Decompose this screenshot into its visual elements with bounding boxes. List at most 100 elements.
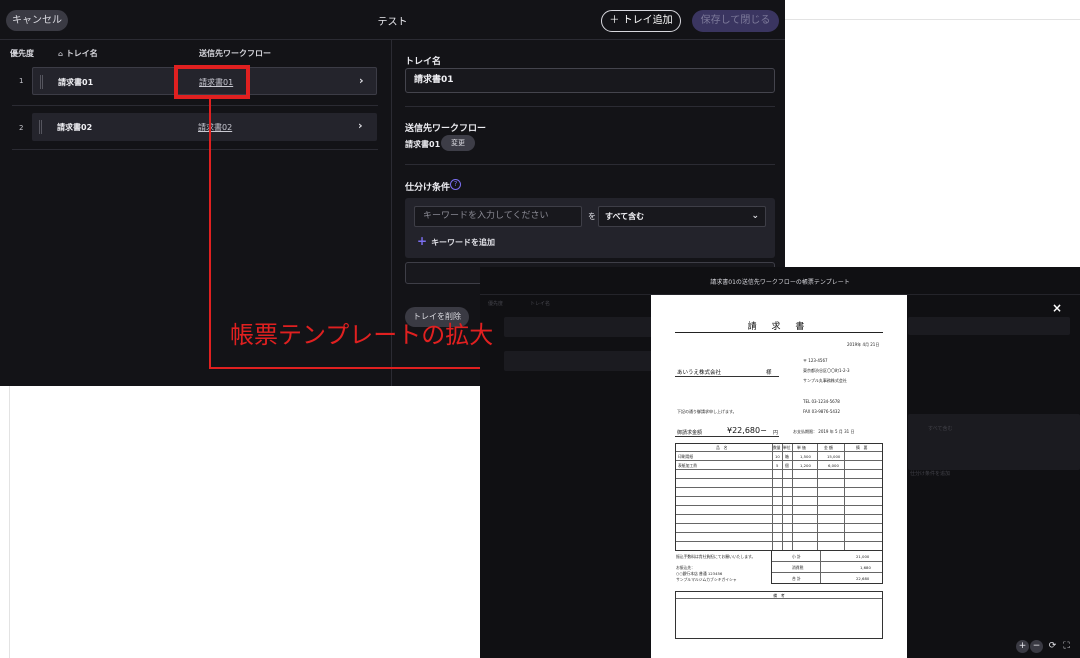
remarks-box: 備 考	[675, 591, 883, 639]
table-divider	[676, 451, 882, 452]
item-amount: 15,000	[827, 454, 841, 459]
annotation-text: 帳票テンプレートの拡大	[230, 321, 494, 349]
row-workflow-link[interactable]: 請求書02	[198, 122, 232, 133]
item-qty: 10	[775, 454, 780, 459]
fee-note: 振込手数料は貴社負担にてお願いいたします。	[676, 554, 756, 559]
payment-due: お支払期限： 2019 年 5 月 31 日	[793, 429, 855, 434]
cancel-button[interactable]: キャンセル	[6, 10, 68, 31]
add-tray-button[interactable]: ＋ トレイ追加	[601, 10, 681, 32]
item-amount: 6,000	[828, 463, 839, 468]
table-header: 数量	[773, 445, 781, 450]
item-unit: 個	[785, 463, 789, 468]
amount-underline	[675, 436, 779, 437]
honorific: 様	[766, 370, 772, 376]
table-divider	[676, 532, 882, 533]
chevron-down-icon: ⌄	[751, 211, 759, 221]
subtotal-label: 小 計	[792, 554, 801, 559]
totals-divider	[820, 551, 821, 583]
table-divider	[676, 523, 882, 524]
help-icon[interactable]: ?	[450, 179, 461, 190]
totals-divider	[772, 572, 882, 573]
tax-label: 消費税	[792, 565, 804, 570]
section-divider	[405, 106, 775, 107]
background-divider	[785, 19, 1080, 20]
table-divider	[676, 460, 882, 461]
totals-divider	[772, 561, 882, 562]
table-divider	[676, 469, 882, 470]
subtotal-value: 21,000	[856, 554, 870, 559]
table-header: 金 額	[824, 445, 833, 450]
row-priority: 1	[19, 77, 24, 85]
table-divider	[676, 514, 882, 515]
item-price: 1,200	[800, 463, 811, 468]
row-tray-name: 請求書02	[57, 123, 93, 132]
chevron-right-icon[interactable]: ›	[358, 119, 363, 132]
keyword-input[interactable]: キーワードを入力してください	[414, 206, 582, 227]
column-header-tray-name-label: トレイ名	[65, 49, 98, 58]
address: 東京都渋谷区〇〇町1-2-3	[803, 368, 850, 373]
table-header: 単 価	[797, 445, 806, 450]
table-divider	[676, 496, 882, 497]
item-qty: 5	[776, 463, 779, 468]
zoom-in-button[interactable]: +	[1016, 640, 1029, 653]
drag-handle-icon[interactable]	[40, 75, 43, 89]
column-header-priority: 優先度	[10, 49, 34, 58]
workflow-value: 請求書01	[405, 140, 441, 149]
connector-label: を	[588, 212, 596, 221]
amount-unit: 円	[773, 430, 779, 436]
customer-underline	[675, 376, 779, 377]
workflow-label: 送信先ワークフロー	[405, 124, 487, 134]
section-divider	[405, 164, 775, 165]
chevron-right-icon[interactable]: ›	[359, 74, 364, 87]
tray-name-label: トレイ名	[405, 57, 442, 67]
page-title: テスト	[377, 17, 408, 28]
save-and-close-button[interactable]: 保存して閉じる	[692, 10, 779, 32]
dimmed-add: 仕分け条件を追加	[910, 471, 951, 477]
bank-holder: サンプルマルジムカブシキガイシャ	[676, 577, 737, 582]
arrow-line	[209, 99, 211, 368]
page: キャンセル テスト ＋ トレイ追加 保存して閉じる 優先度 ⌂ トレイ名 送信先…	[0, 0, 1080, 658]
row-divider	[12, 105, 378, 106]
row-priority: 2	[19, 124, 24, 132]
row-tray-name: 請求書01	[58, 78, 94, 87]
table-divider	[676, 478, 882, 479]
match-select-value: すべて含む	[605, 212, 645, 221]
tray-name-input[interactable]: 請求書01	[405, 68, 775, 93]
dimmed-header: 優先度	[488, 301, 504, 307]
zoom-out-button[interactable]: −	[1030, 640, 1043, 653]
top-bar: キャンセル テスト ＋ トレイ追加 保存して閉じる	[0, 0, 785, 40]
reset-icon[interactable]: ⟳	[1046, 640, 1059, 653]
modal-title: 請求書01の送信先ワークフローの帳票テンプレート	[710, 279, 850, 286]
totals-table: 小 計 21,000 消費税 1,680 合 計 22,680	[771, 551, 883, 584]
fax: FAX 03-9876-5432	[803, 409, 841, 414]
table-header: 単位	[783, 445, 791, 450]
close-icon[interactable]: ×	[1052, 301, 1062, 315]
table-header: 品 名	[716, 445, 728, 450]
tray-card[interactable]: 請求書02 請求書02 ›	[32, 113, 377, 141]
row-divider	[12, 149, 378, 150]
fullscreen-icon[interactable]: ⛶	[1060, 640, 1073, 653]
amount-label: 御請求金額	[677, 430, 703, 436]
greeting: 下記の通り御請求申し上げます。	[677, 409, 737, 414]
postal-code: 〒 123-4567	[803, 358, 828, 363]
table-divider	[676, 541, 882, 542]
title-underline	[675, 332, 883, 333]
change-workflow-button[interactable]: 変更	[441, 135, 475, 151]
dimmed-box	[908, 414, 1080, 470]
condition-box: キーワードを入力してください を すべて含む ⌄ + キーワードを追加	[405, 198, 775, 258]
table-header: 摘 要	[856, 445, 868, 450]
table-row[interactable]: 2 請求書02 請求書02 ›	[0, 111, 392, 166]
column-header-workflow: 送信先ワークフロー	[199, 49, 271, 58]
drag-handle-icon[interactable]	[39, 120, 42, 134]
invoice-date: 2019年 4月 21日	[847, 342, 880, 347]
tax-value: 1,680	[860, 565, 871, 570]
add-keyword-button[interactable]: + キーワードを追加	[417, 234, 495, 248]
customer-name: あいうえ株式会社	[677, 370, 722, 376]
match-select[interactable]: すべて含む ⌄	[598, 206, 766, 227]
dimmed-field	[908, 317, 1070, 335]
background-divider	[9, 386, 10, 658]
item-name: 表紙加工費	[678, 463, 697, 468]
table-divider	[676, 487, 882, 488]
dimmed-select: すべて含む	[928, 426, 953, 432]
items-table: 品 名 数量 単位 単 価 金 額 摘 要 印刷用紙 10 箱 1,500 15…	[675, 443, 883, 551]
